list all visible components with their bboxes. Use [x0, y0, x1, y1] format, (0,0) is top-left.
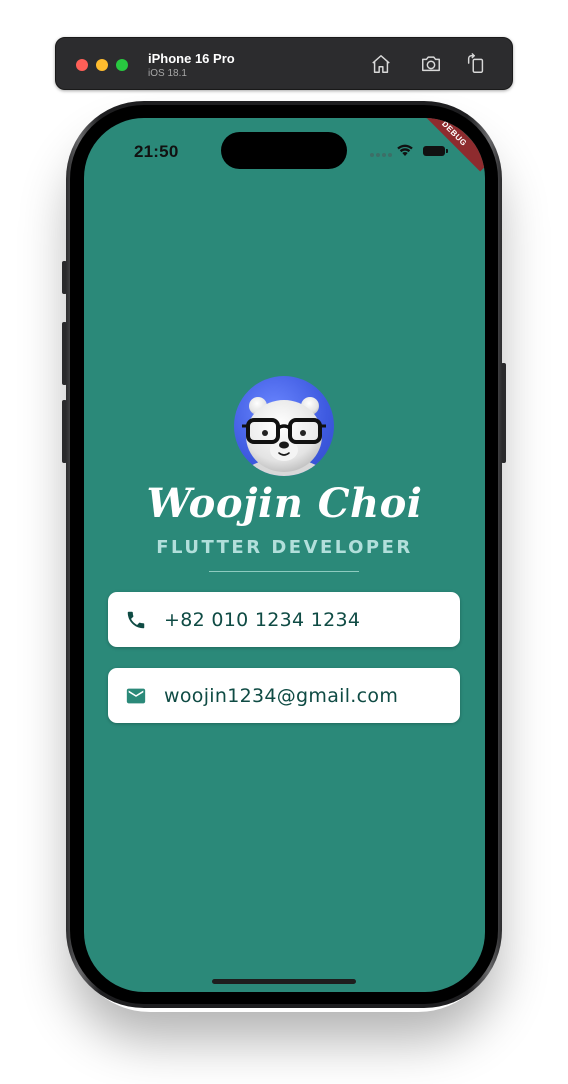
email-icon	[126, 688, 146, 704]
profile-avatar	[234, 376, 334, 476]
battery-icon	[423, 146, 448, 156]
zoom-window-button[interactable]	[116, 59, 128, 71]
minimize-window-button[interactable]	[96, 59, 108, 71]
wifi-icon	[397, 144, 413, 156]
simulator-toolbar: iPhone 16 Pro iOS 18.1	[55, 37, 513, 90]
screenshot-button[interactable]	[419, 52, 443, 76]
home-icon	[372, 55, 390, 73]
simulator-stage: iPhone 16 Pro iOS 18.1 21:50 DEBUG Wooji…	[0, 0, 568, 1084]
home-indicator	[212, 979, 356, 984]
rotate-icon	[467, 53, 484, 73]
profile-name: Woojin Choi	[146, 480, 423, 527]
polar-bear-avatar-icon	[239, 397, 329, 476]
rotate-button[interactable]	[464, 52, 488, 76]
device-os-version: iOS 18.1	[148, 68, 187, 79]
email-card[interactable]: woojin1234@gmail.com	[108, 668, 460, 723]
app-screen: 21:50 DEBUG Woojin Choi FLUTTER DEVELOPE…	[84, 118, 485, 992]
profile-title: FLUTTER DEVELOPER	[156, 537, 413, 558]
home-button[interactable]	[369, 52, 393, 76]
phone-icon	[127, 611, 145, 629]
cellular-signal-icon	[370, 153, 392, 157]
status-bar-time: 21:50	[134, 142, 179, 161]
phone-card[interactable]: +82 010 1234 1234	[108, 592, 460, 647]
email-address: woojin1234@gmail.com	[164, 684, 399, 707]
close-window-button[interactable]	[76, 59, 88, 71]
phone-number: +82 010 1234 1234	[164, 608, 361, 631]
device-name: iPhone 16 Pro	[148, 51, 235, 66]
camera-icon	[422, 56, 440, 72]
divider	[209, 571, 359, 572]
dynamic-island	[221, 132, 347, 169]
